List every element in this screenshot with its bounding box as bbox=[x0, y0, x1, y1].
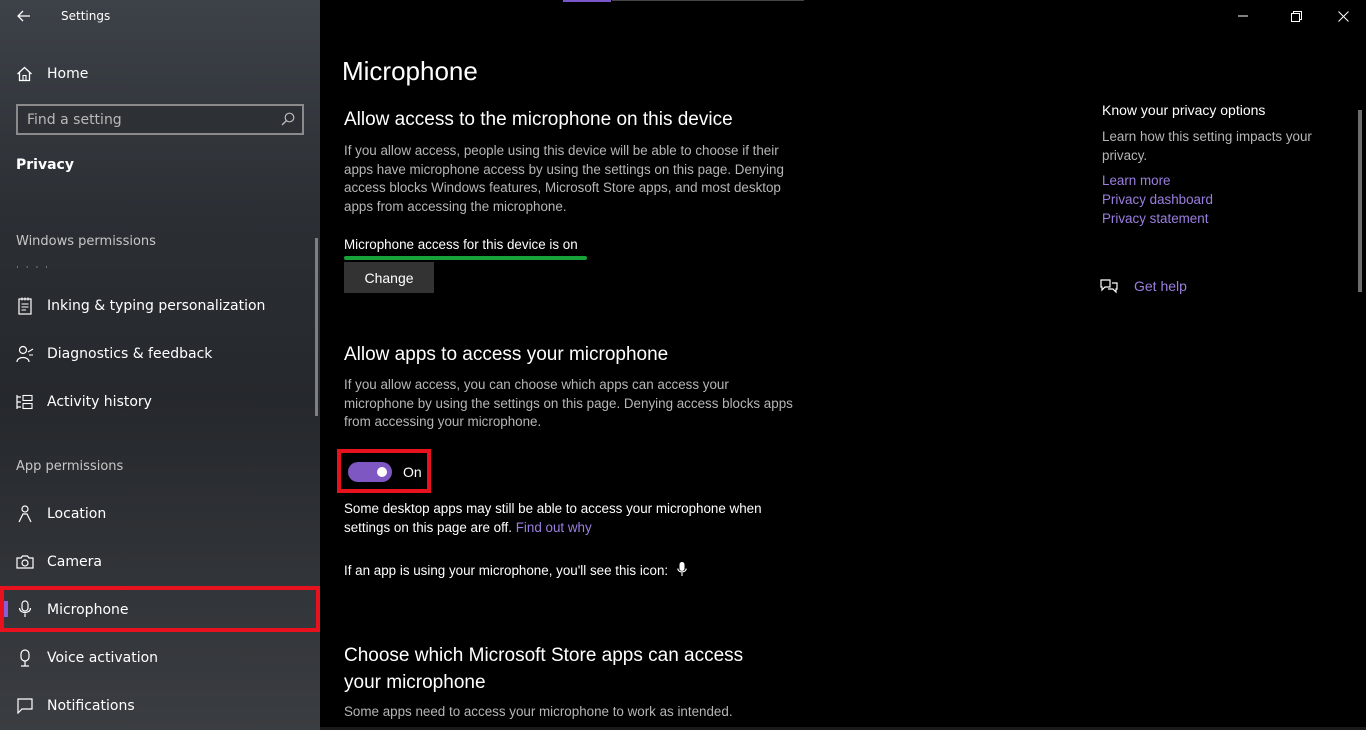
chat-help-icon bbox=[1100, 279, 1118, 294]
app-title: Settings bbox=[61, 9, 111, 23]
minimize-button[interactable] bbox=[1220, 0, 1266, 32]
learn-more-link[interactable]: Learn more bbox=[1102, 171, 1342, 190]
apps-access-heading: Allow apps to access your microphone bbox=[344, 344, 669, 365]
person-feedback-icon bbox=[16, 345, 34, 363]
main-content: Microphone Allow access to the microphon… bbox=[320, 0, 1366, 730]
status-underline bbox=[344, 256, 587, 260]
store-apps-description: Some apps need to access your microphone… bbox=[344, 704, 733, 719]
search-box[interactable] bbox=[16, 104, 304, 135]
partially-hidden-item: · · · · bbox=[16, 263, 51, 273]
search-input[interactable] bbox=[18, 111, 268, 128]
selection-indicator bbox=[4, 601, 8, 617]
icon-note-text: If an app is using your microphone, you'… bbox=[344, 563, 669, 578]
device-access-status: Microphone access for this device is on bbox=[344, 237, 578, 252]
apps-access-toggle-highlight: On bbox=[337, 449, 431, 493]
group-title-app-permissions: App permissions bbox=[16, 459, 124, 474]
section-title: Privacy bbox=[16, 157, 74, 173]
store-apps-heading: Choose which Microsoft Store apps can ac… bbox=[344, 642, 743, 696]
apps-access-description: If you allow access, you can choose whic… bbox=[344, 377, 793, 430]
sidebar-item-label: Inking & typing personalization bbox=[47, 298, 266, 314]
toggle-state-label: On bbox=[403, 464, 422, 480]
camera-icon bbox=[16, 553, 34, 571]
group-title-windows-permissions: Windows permissions bbox=[16, 234, 156, 249]
notepad-icon bbox=[16, 297, 34, 315]
sidebar-item-inking-typing[interactable]: Inking & typing personalization bbox=[0, 284, 320, 328]
sidebar-item-label: Activity history bbox=[47, 394, 152, 410]
sidebar-item-label: Notifications bbox=[47, 698, 135, 714]
sidebar: Settings Home Privacy Windows permission… bbox=[0, 0, 320, 730]
home-icon bbox=[17, 66, 32, 82]
device-access-description: If you allow access, people using this d… bbox=[344, 143, 784, 214]
desktop-apps-note: Some desktop apps may still be able to a… bbox=[344, 500, 804, 537]
icon-note: If an app is using your microphone, you'… bbox=[344, 562, 804, 581]
voice-icon bbox=[16, 649, 34, 667]
microphone-icon bbox=[16, 600, 34, 618]
location-person-icon bbox=[16, 505, 34, 523]
sidebar-item-diagnostics[interactable]: Diagnostics & feedback bbox=[0, 332, 320, 376]
sidebar-item-label: Diagnostics & feedback bbox=[47, 346, 213, 362]
back-arrow-icon bbox=[17, 10, 30, 22]
privacy-options-title: Know your privacy options bbox=[1102, 102, 1266, 118]
sidebar-item-camera[interactable]: Camera bbox=[0, 540, 320, 584]
title-bar: Settings bbox=[0, 0, 320, 32]
top-accent-line bbox=[563, 0, 611, 2]
get-help-label: Get help bbox=[1134, 278, 1187, 294]
sidebar-scrollbar[interactable] bbox=[315, 238, 318, 416]
sidebar-item-label: Voice activation bbox=[47, 650, 159, 666]
toggle-knob bbox=[377, 467, 387, 477]
close-button[interactable] bbox=[1320, 0, 1366, 32]
sidebar-item-microphone[interactable]: Microphone bbox=[0, 586, 320, 632]
apps-access-toggle[interactable] bbox=[348, 462, 392, 482]
main-scrollbar[interactable] bbox=[1358, 110, 1362, 292]
timeline-icon bbox=[16, 393, 34, 411]
sidebar-item-label: Microphone bbox=[47, 602, 129, 618]
top-line bbox=[612, 0, 804, 1]
sidebar-item-location[interactable]: Location bbox=[0, 492, 320, 536]
home-link[interactable]: Home bbox=[16, 63, 88, 85]
privacy-options-panel: Know your privacy options Learn how this… bbox=[1102, 102, 1342, 228]
store-apps-heading-line2: your microphone bbox=[344, 672, 486, 693]
sidebar-item-voice-activation[interactable]: Voice activation bbox=[0, 636, 320, 680]
store-apps-heading-line1: Choose which Microsoft Store apps can ac… bbox=[344, 645, 744, 666]
privacy-dashboard-link[interactable]: Privacy dashboard bbox=[1102, 190, 1342, 209]
sidebar-item-label: Location bbox=[47, 506, 107, 522]
restore-button[interactable] bbox=[1273, 0, 1319, 32]
microphone-indicator-icon bbox=[677, 562, 687, 576]
minimize-icon bbox=[1238, 15, 1248, 17]
back-button[interactable] bbox=[10, 5, 38, 27]
privacy-options-description: Learn how this setting impacts your priv… bbox=[1102, 129, 1312, 163]
page-title: Microphone bbox=[342, 56, 478, 86]
privacy-statement-link[interactable]: Privacy statement bbox=[1102, 209, 1342, 228]
search-icon bbox=[281, 112, 295, 126]
change-button[interactable]: Change bbox=[344, 262, 434, 293]
home-label: Home bbox=[47, 66, 89, 82]
find-out-why-link[interactable]: Find out why bbox=[516, 520, 592, 535]
get-help-link[interactable]: Get help bbox=[1100, 278, 1187, 294]
notifications-icon bbox=[16, 697, 34, 715]
restore-icon bbox=[1290, 10, 1302, 22]
sidebar-item-label: Camera bbox=[47, 554, 102, 570]
sidebar-item-notifications[interactable]: Notifications bbox=[0, 684, 320, 728]
device-access-heading: Allow access to the microphone on this d… bbox=[344, 109, 733, 130]
sidebar-item-activity-history[interactable]: Activity history bbox=[0, 380, 320, 424]
close-icon bbox=[1337, 10, 1349, 22]
